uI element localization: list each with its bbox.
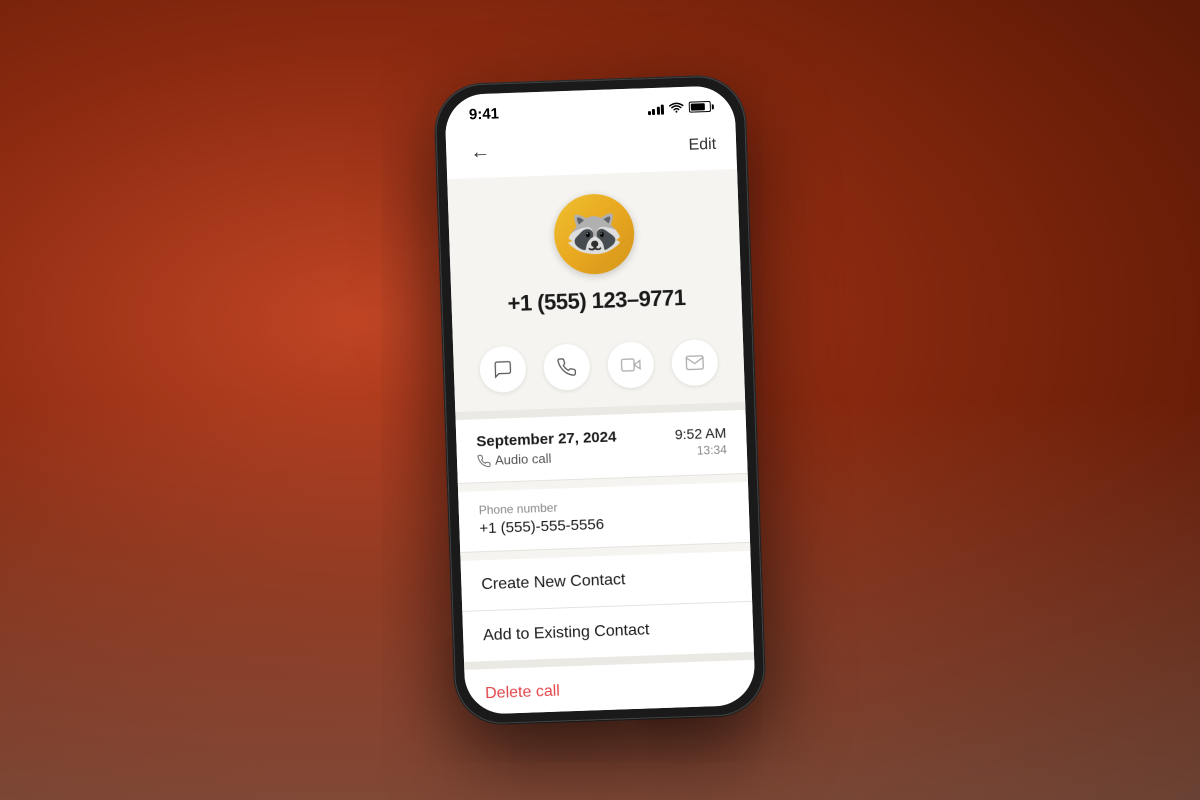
avatar: 🦝 xyxy=(553,193,636,276)
mail-button[interactable] xyxy=(671,339,719,387)
signal-icon xyxy=(647,102,664,115)
battery-icon xyxy=(689,101,711,113)
phone-shell: 9:41 xyxy=(434,75,766,725)
action-list: Create New Contact Add to Existing Conta… xyxy=(461,551,754,662)
call-date: September 27, 2024 xyxy=(476,428,617,450)
chat-icon xyxy=(493,359,514,380)
scroll-content: 🦝 +1 (555) 123–9771 xyxy=(447,169,756,715)
phone-icon xyxy=(556,357,577,378)
avatar-emoji: 🦝 xyxy=(563,209,624,259)
delete-call-item[interactable]: Delete call xyxy=(464,660,755,715)
phone-field: Phone number +1 (555)-555-5556 xyxy=(458,482,750,553)
call-right: 9:52 AM 13:34 xyxy=(675,425,727,459)
phone-device: 9:41 xyxy=(434,75,766,725)
call-record-section: September 27, 2024 Audio call 9:52 AM 13… xyxy=(456,410,748,484)
call-time: 9:52 AM xyxy=(675,425,727,443)
video-icon xyxy=(620,355,641,376)
video-button[interactable] xyxy=(607,341,655,389)
contact-phone-number: +1 (555) 123–9771 xyxy=(507,285,686,317)
danger-list: Delete call Block this Contact xyxy=(464,660,755,715)
call-button[interactable] xyxy=(543,343,591,391)
action-buttons-row xyxy=(453,324,746,412)
mail-icon xyxy=(684,352,705,373)
message-button[interactable] xyxy=(479,346,527,394)
status-icons xyxy=(647,100,711,114)
wifi-icon xyxy=(669,101,684,114)
call-duration: 13:34 xyxy=(697,443,728,458)
call-type-label: Audio call xyxy=(495,451,552,468)
status-time: 9:41 xyxy=(469,105,500,123)
edit-button[interactable]: Edit xyxy=(688,135,716,154)
phone-screen: 9:41 xyxy=(444,85,755,715)
phone-number-section: Phone number +1 (555)-555-5556 xyxy=(458,482,750,553)
call-record: September 27, 2024 Audio call 9:52 AM 13… xyxy=(456,410,748,484)
call-left: September 27, 2024 Audio call xyxy=(476,428,617,468)
avatar-section: 🦝 +1 (555) 123–9771 xyxy=(447,169,742,334)
back-button[interactable]: ← xyxy=(466,137,495,169)
call-type: Audio call xyxy=(477,448,618,468)
audio-call-icon xyxy=(477,453,491,467)
